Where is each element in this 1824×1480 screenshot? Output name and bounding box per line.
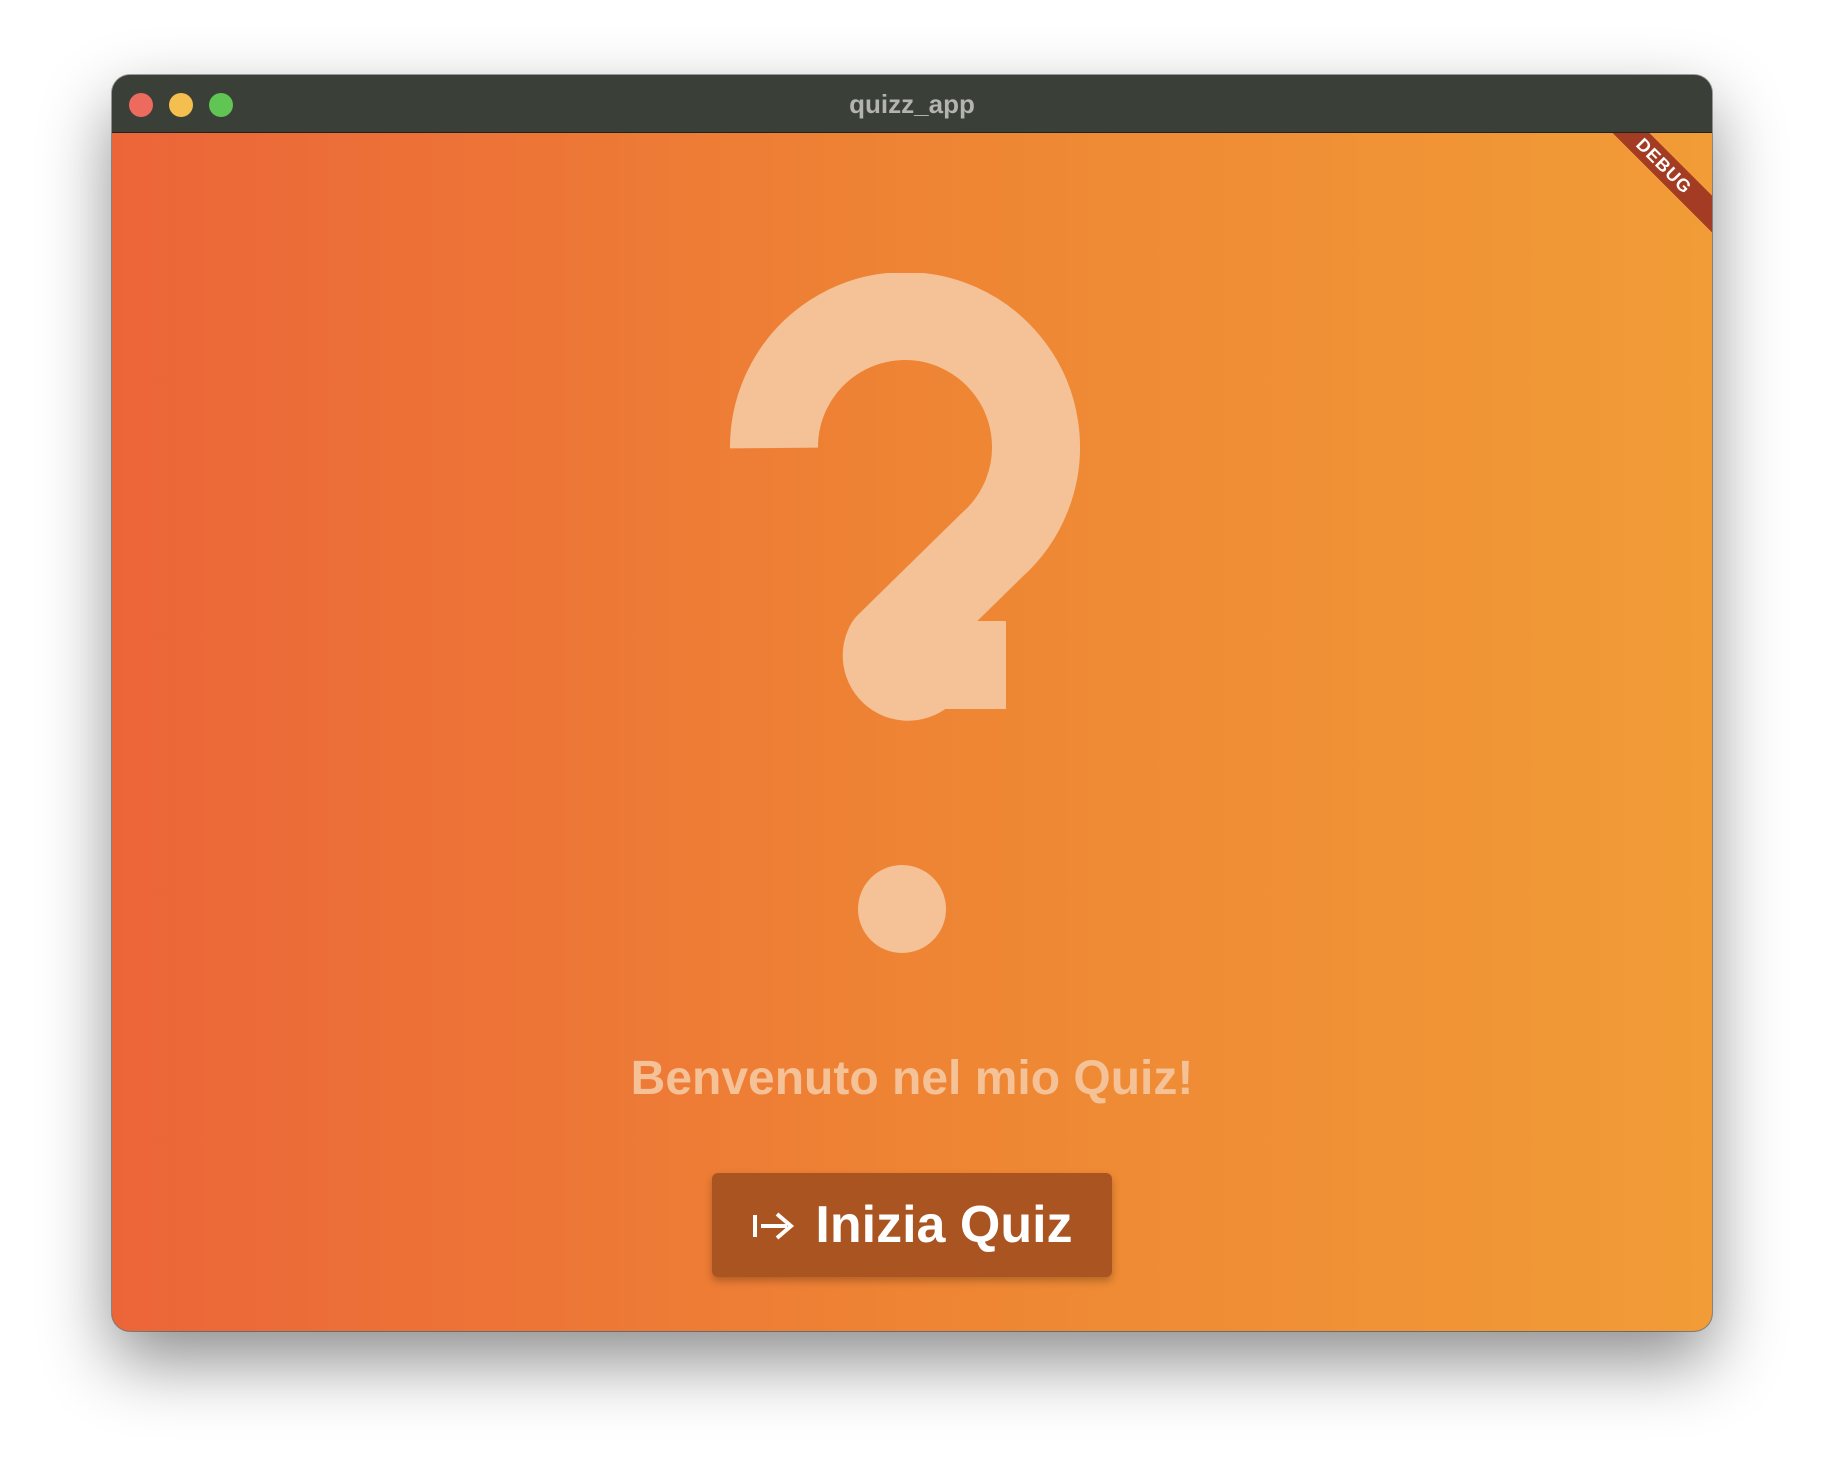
start-quiz-button[interactable]: Inizia Quiz bbox=[712, 1173, 1112, 1277]
debug-banner: DEBUG bbox=[1584, 133, 1712, 246]
title-bar[interactable]: quizz_app bbox=[112, 75, 1712, 133]
app-window: quizz_app DEBUG Benvenuto nel mio Quiz! … bbox=[112, 75, 1712, 1331]
welcome-heading: Benvenuto nel mio Quiz! bbox=[630, 1052, 1194, 1105]
question-mark-icon bbox=[730, 273, 1080, 953]
window-title: quizz_app bbox=[849, 89, 975, 119]
arrow-right-from-bar-icon bbox=[751, 1205, 797, 1245]
quiz-start-screen: DEBUG Benvenuto nel mio Quiz! Inizia Qui… bbox=[112, 133, 1712, 1331]
start-quiz-label: Inizia Quiz bbox=[815, 1196, 1073, 1254]
